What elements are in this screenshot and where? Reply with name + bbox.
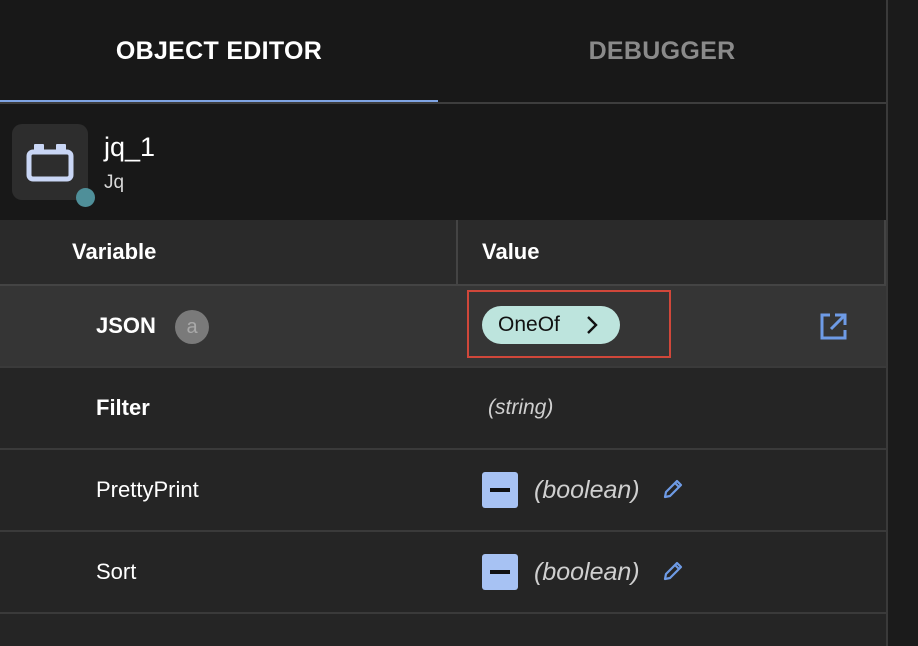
column-divider	[884, 220, 886, 284]
variable-name: Filter	[96, 395, 150, 420]
table-row-sort[interactable]: Sort (boolean)	[0, 532, 886, 614]
indeterminate-checkbox[interactable]	[482, 554, 518, 590]
object-editor-panel: OBJECT EDITOR DEBUGGER jq_1 Jq Variable …	[0, 0, 888, 646]
column-header-value: Value	[482, 239, 540, 264]
scroll-area	[888, 0, 918, 646]
column-header-variable: Variable	[72, 239, 157, 264]
pencil-icon[interactable]	[662, 478, 684, 500]
tab-bar: OBJECT EDITOR DEBUGGER	[0, 0, 886, 104]
table-row-prettyprint[interactable]: PrettyPrint (boolean)	[0, 450, 886, 532]
open-in-new-icon[interactable]	[818, 312, 848, 342]
oneof-label: OneOf	[498, 313, 560, 336]
variable-name: PrettyPrint	[96, 477, 199, 502]
table-row-json[interactable]: JSON a OneOf	[0, 286, 886, 368]
tab-debugger[interactable]: DEBUGGER	[438, 0, 886, 102]
column-divider[interactable]	[456, 220, 458, 284]
variable-badge: a	[175, 310, 209, 344]
table-header: Variable Value	[0, 220, 886, 286]
value-type-placeholder: (boolean)	[534, 557, 640, 586]
indeterminate-checkbox[interactable]	[482, 472, 518, 508]
pencil-icon[interactable]	[662, 560, 684, 582]
value-type-placeholder[interactable]: (string)	[488, 368, 553, 448]
variable-name: JSON	[96, 313, 156, 338]
chevron-right-icon	[587, 316, 598, 334]
variable-name: Sort	[96, 559, 137, 584]
table-row-filter[interactable]: Filter (string)	[0, 368, 886, 450]
value-type-placeholder: (boolean)	[534, 475, 640, 504]
object-header: jq_1 Jq	[0, 104, 886, 220]
status-dot	[76, 188, 95, 207]
object-name: jq_1	[104, 132, 156, 162]
tab-object-editor[interactable]: OBJECT EDITOR	[0, 0, 438, 104]
plugin-block-icon	[12, 124, 88, 200]
object-type: Jq	[104, 172, 125, 193]
oneof-pill-button[interactable]: OneOf	[482, 306, 620, 344]
